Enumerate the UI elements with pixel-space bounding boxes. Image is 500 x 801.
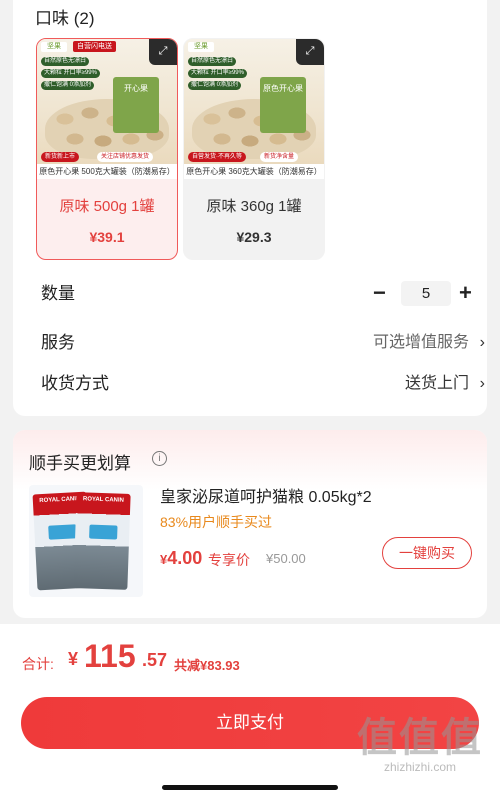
quantity-label: 数量 xyxy=(41,284,75,303)
total-amount-decimal: .57 xyxy=(142,650,168,670)
brand-logo: 坚果 xyxy=(188,42,214,52)
image-caption: 原色开心果 360克大罐装（防潮易存） xyxy=(184,164,324,179)
addon-product-title[interactable]: 皇家泌尿道呵护猫粮 0.05kg*2 xyxy=(160,483,372,507)
quantity-increment-button[interactable]: + xyxy=(459,279,472,307)
one-click-buy-button[interactable]: 一键购买 xyxy=(382,537,472,569)
feature-tag: 撒仁饱满 0添加剂 xyxy=(188,81,242,90)
total-label: 合计: xyxy=(22,656,54,672)
checkout-bar: 合计: ¥ 115 .57 共减¥83.93 立即支付 值值值 zhizhizh… xyxy=(0,624,500,801)
delivery-value: 送货上门 xyxy=(404,375,469,392)
home-indicator[interactable] xyxy=(162,785,338,790)
watermark-logo: 值值值 xyxy=(357,716,483,760)
addon-product-price: ¥4.00 xyxy=(160,548,202,569)
sku-option-price: ¥39.1 xyxy=(89,229,125,245)
addon-original-price: ¥50.00 xyxy=(266,551,306,566)
cat-food-image[interactable]: ROYAL CANIN ROYAL CANIN xyxy=(29,485,143,597)
promo-tag: 新货新上市 xyxy=(41,152,80,162)
image-caption: 原色开心果 500克大罐装（防潮易存） xyxy=(37,164,177,179)
cat-food-bag: ROYAL CANIN xyxy=(73,492,131,590)
addon-price-tag: 专享价 xyxy=(208,552,250,568)
delivery-label: 收货方式 xyxy=(41,374,109,393)
sku-option-name: 原味 360g 1罐 xyxy=(206,198,302,215)
brand-logo: 坚果 xyxy=(41,42,67,52)
total-amount-integer: 115 xyxy=(84,638,136,674)
site-watermark: 值值值 zhizhizhi.com xyxy=(350,716,490,776)
feature-tag: 自然原色无漂白 xyxy=(41,57,90,66)
flavor-section-title: 口味 (2) xyxy=(35,9,95,28)
sku-panel: 口味 (2) 坚果 自营闪电送 ⤢ 自然原色无漂白 大颗粒 开口率≥99% 撒仁… xyxy=(13,0,487,416)
feature-tag: 撒仁饱满 0添加剂 xyxy=(41,81,95,90)
bag-label xyxy=(89,524,118,540)
addon-product-subtitle: 83%用户顺手买过 xyxy=(160,514,273,530)
service-value: 可选增值服务 xyxy=(372,334,469,351)
service-label: 服务 xyxy=(41,333,75,352)
jar-label: 原色开心果 xyxy=(260,77,306,133)
sku-option-image: 坚果 ⤢ 自然原色无漂白 大颗粒 开口率≥99% 撒仁饱满 0添加剂 原色开心果… xyxy=(184,39,324,179)
quantity-input[interactable]: 5 xyxy=(401,281,451,306)
quantity-decrement-button[interactable]: − xyxy=(373,279,386,307)
discount-total: 共减¥83.93 xyxy=(174,658,240,673)
promo-tag: 自营发货·不再久等 xyxy=(188,152,246,162)
quantity-row: 数量 − 5 + xyxy=(41,279,485,309)
feature-tag: 自然原色无漂白 xyxy=(188,57,237,66)
price-value: 4.00 xyxy=(167,548,203,568)
sku-option-500g[interactable]: 坚果 自营闪电送 ⤢ 自然原色无漂白 大颗粒 开口率≥99% 撒仁饱满 0添加剂… xyxy=(36,38,178,260)
expand-icon[interactable]: ⤢ xyxy=(296,39,324,65)
service-row[interactable]: 服务 可选增值服务 › xyxy=(41,328,485,358)
addon-title: 顺手买更划算 xyxy=(29,454,131,473)
brand-text: ROYAL CANIN xyxy=(82,496,125,504)
sku-option-name: 原味 500g 1罐 xyxy=(59,198,155,215)
delivery-row[interactable]: 收货方式 送货上门 › xyxy=(41,369,485,399)
sku-option-price: ¥29.3 xyxy=(236,229,272,245)
expand-icon[interactable]: ⤢ xyxy=(149,39,177,65)
express-badge: 自营闪电送 xyxy=(73,41,116,52)
promo-tag: 新货净含量 xyxy=(260,152,299,162)
total-currency: ¥ xyxy=(68,649,79,669)
info-icon[interactable]: i xyxy=(152,451,167,466)
watermark-url: zhizhizhi.com xyxy=(383,760,457,774)
addon-card: 顺手买更划算 i ROYAL CANIN ROYAL CANIN 皇家泌尿道呵护… xyxy=(13,430,487,618)
feature-tag: 大颗粒 开口率≥99% xyxy=(188,69,247,78)
jar-label: 开心果 xyxy=(113,77,159,133)
sku-option-image: 坚果 自营闪电送 ⤢ 自然原色无漂白 大颗粒 开口率≥99% 撒仁饱满 0添加剂… xyxy=(37,39,177,179)
feature-tag: 大颗粒 开口率≥99% xyxy=(41,69,100,78)
bag-label xyxy=(48,524,77,540)
chevron-right-icon: › xyxy=(479,375,485,392)
promo-tag: 关注店铺优惠发货 xyxy=(97,152,154,162)
sku-option-360g[interactable]: 坚果 ⤢ 自然原色无漂白 大颗粒 开口率≥99% 撒仁饱满 0添加剂 原色开心果… xyxy=(183,38,325,260)
chevron-right-icon: › xyxy=(479,334,485,351)
